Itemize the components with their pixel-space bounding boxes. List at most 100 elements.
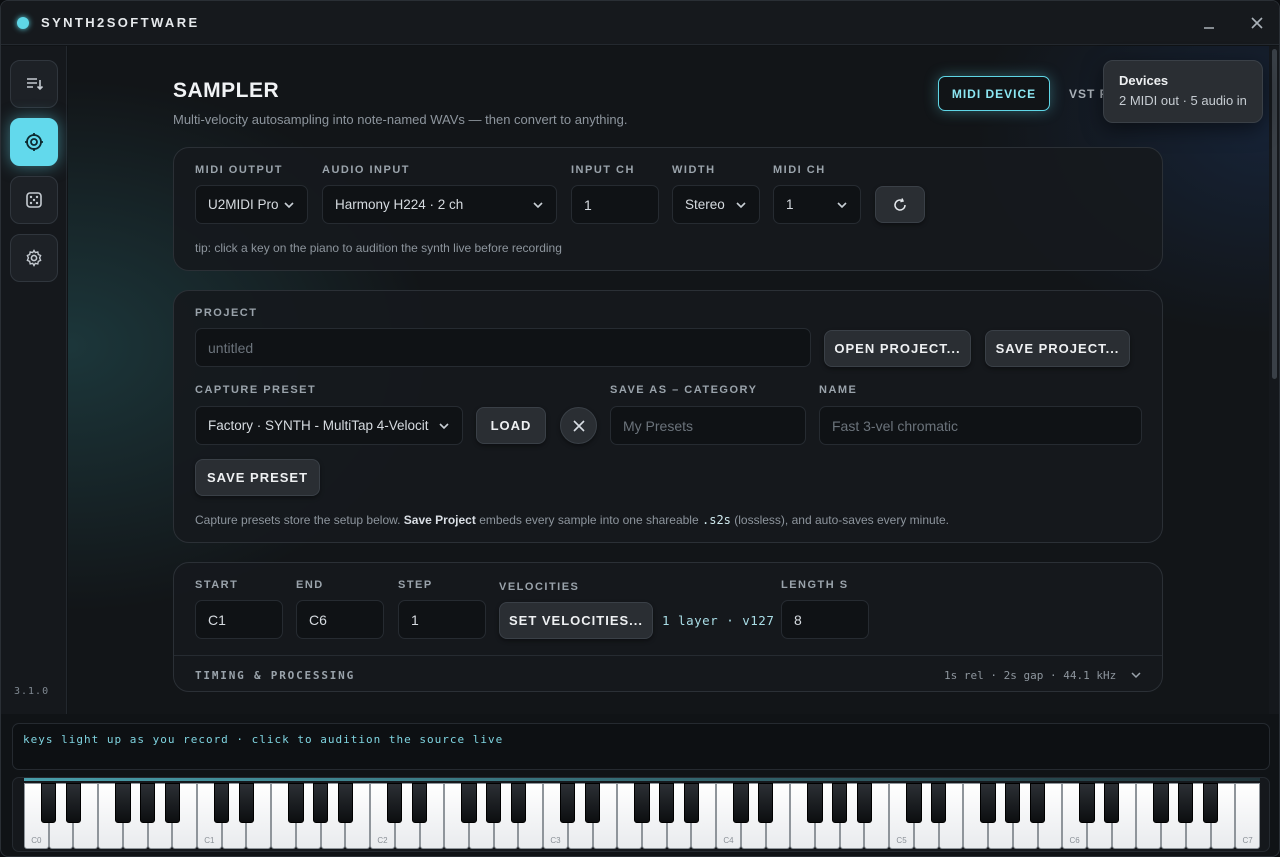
audio-input-select[interactable]: Harmony H224 · 2 ch (322, 185, 557, 224)
piano-black-key[interactable] (832, 783, 848, 823)
piano-black-key[interactable] (930, 783, 947, 823)
scrollbar-thumb[interactable] (1272, 49, 1277, 379)
piano-black-key[interactable] (41, 783, 57, 823)
piano-black-key[interactable] (510, 783, 527, 823)
piano-black-key[interactable] (1029, 783, 1046, 823)
piano-black-key[interactable] (139, 783, 156, 823)
piano-black-key[interactable] (486, 783, 502, 823)
minimize-icon[interactable] (1197, 11, 1221, 35)
sidebar-item-random[interactable] (10, 176, 58, 224)
piano-black-key[interactable] (337, 783, 353, 823)
piano-black-key[interactable] (65, 783, 82, 823)
piano-black-key[interactable] (1104, 783, 1120, 823)
sidebar-item-settings[interactable] (10, 234, 58, 282)
piano-octave-label: C6 (1069, 836, 1080, 845)
length-field[interactable]: 8 (781, 600, 869, 639)
width-label: WIDTH (672, 164, 716, 176)
piano-black-key[interactable] (659, 783, 675, 823)
piano-black-key[interactable] (411, 783, 428, 823)
tab-midi-device[interactable]: MIDI DEVICE (938, 76, 1050, 111)
piano-black-key[interactable] (238, 783, 255, 823)
piano-black-key[interactable] (387, 783, 403, 823)
piano-black-key[interactable] (980, 783, 996, 823)
page-subtitle: Multi-velocity autosampling into note-na… (173, 112, 628, 127)
piano-octave-label: C3 (550, 836, 561, 845)
midi-output-label: MIDI OUTPUT (195, 164, 283, 176)
timing-processing-toggle[interactable]: TIMING & PROCESSING (195, 669, 355, 682)
midi-output-select[interactable]: U2MIDI Pro (195, 185, 308, 224)
capture-preset-label: CAPTURE PRESET (195, 384, 317, 396)
start-label: START (195, 579, 239, 591)
sidebar-item-queue[interactable] (10, 60, 58, 108)
piano-black-key[interactable] (1079, 783, 1095, 823)
piano-white-key[interactable]: C7 (1235, 783, 1260, 849)
piano-black-key[interactable] (288, 783, 304, 823)
open-project-button[interactable]: OPEN PROJECT... (824, 330, 971, 367)
piano-octave-label: C0 (31, 836, 42, 845)
piano-black-key[interactable] (214, 783, 230, 823)
load-preset-button[interactable]: LOAD (476, 407, 546, 444)
piano-black-key[interactable] (683, 783, 700, 823)
version-label: 3.1.0 (14, 686, 50, 697)
end-note-field[interactable]: C6 (296, 600, 384, 639)
end-label: END (296, 579, 324, 591)
close-icon[interactable] (1245, 11, 1269, 35)
clear-preset-button[interactable] (560, 407, 597, 444)
length-label: LENGTH S (781, 579, 849, 591)
step-field[interactable]: 1 (398, 600, 486, 639)
piano-black-key[interactable] (856, 783, 873, 823)
sidebar-item-sampler[interactable] (10, 118, 58, 166)
audio-input-value: Harmony H224 · 2 ch (335, 197, 464, 212)
piano-octave-label: C1 (204, 836, 215, 845)
page-title: SAMPLER (173, 79, 280, 102)
project-panel: PROJECT untitled OPEN PROJECT... SAVE PR… (173, 290, 1163, 543)
sidebar: 3.1.0 (1, 46, 67, 714)
piano-black-key[interactable] (584, 783, 601, 823)
piano-black-key[interactable] (560, 783, 576, 823)
step-label: STEP (398, 579, 433, 591)
piano-octave-label: C7 (1242, 836, 1253, 845)
save-project-button[interactable]: SAVE PROJECT... (985, 330, 1130, 367)
save-preset-button[interactable]: SAVE PRESET (195, 459, 320, 496)
piano-black-key[interactable] (906, 783, 922, 823)
set-velocities-button[interactable]: SET VELOCITIES... (499, 602, 653, 639)
chevron-down-icon[interactable] (1130, 669, 1142, 681)
input-ch-field[interactable]: 1 (571, 185, 659, 224)
audio-input-label: AUDIO INPUT (322, 164, 410, 176)
app-title: SYNTH2SOFTWARE (41, 15, 200, 30)
start-note-field[interactable]: C1 (195, 600, 283, 639)
preset-name-label: NAME (819, 384, 858, 396)
piano-black-key[interactable] (164, 783, 180, 823)
save-as-category-input[interactable]: My Presets (610, 406, 806, 445)
piano-black-key[interactable] (733, 783, 749, 823)
refresh-devices-button[interactable] (875, 186, 925, 223)
piano-keys: C0 C1 C2 C3 C4 C5 C6 C7 (24, 783, 1260, 849)
piano-black-key[interactable] (1202, 783, 1219, 823)
tooltip-title: Devices (1119, 73, 1169, 88)
close-icon (572, 419, 585, 432)
width-select[interactable]: Stereo (672, 185, 760, 224)
piano-black-key[interactable] (1153, 783, 1169, 823)
piano-black-key[interactable] (461, 783, 477, 823)
project-name-input[interactable]: untitled (195, 328, 811, 367)
piano-black-key[interactable] (1178, 783, 1194, 823)
divider (174, 655, 1162, 656)
midi-ch-value: 1 (786, 197, 794, 212)
io-tip: tip: click a key on the piano to auditio… (195, 241, 562, 255)
piano-black-key[interactable] (312, 783, 329, 823)
tooltip-body: 2 MIDI out · 5 audio in (1119, 93, 1247, 108)
velocities-summary: 1 layer · v127 (662, 613, 775, 628)
target-icon (25, 133, 43, 151)
piano-black-key[interactable] (1005, 783, 1021, 823)
piano-black-key[interactable] (634, 783, 650, 823)
capture-preset-select[interactable]: Factory · SYNTH - MultiTap 4-Velocit (195, 406, 463, 445)
midi-ch-select[interactable]: 1 (773, 185, 861, 224)
piano-black-key[interactable] (807, 783, 823, 823)
piano-black-key[interactable] (757, 783, 774, 823)
piano-black-key[interactable] (115, 783, 131, 823)
midi-output-value: U2MIDI Pro (208, 197, 279, 212)
playlist-icon (27, 78, 44, 91)
chevron-down-icon (533, 202, 543, 209)
piano-octave-label: C2 (377, 836, 388, 845)
preset-name-input[interactable]: Fast 3-vel chromatic (819, 406, 1142, 445)
